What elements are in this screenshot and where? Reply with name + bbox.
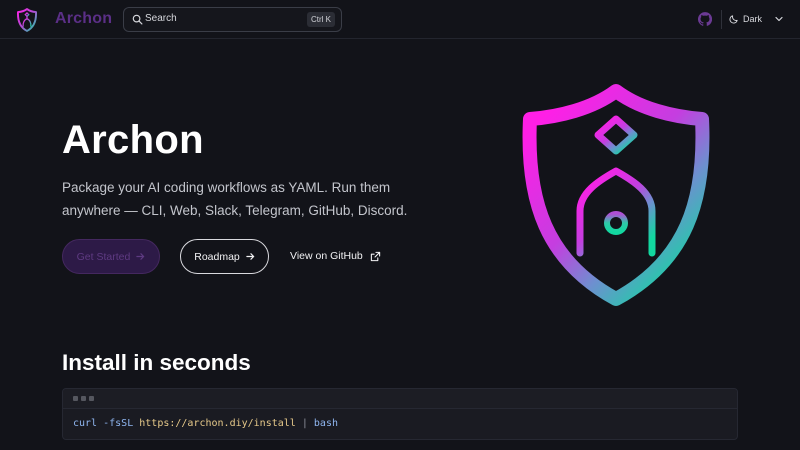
code-window-chrome [63, 389, 737, 409]
window-dot [89, 396, 94, 401]
chevron-down-icon [775, 16, 783, 22]
page: Archon Search Ctrl K Dark Archon Package… [0, 0, 800, 450]
archon-shield-logo [522, 84, 710, 306]
view-on-github-link[interactable]: View on GitHub [290, 248, 381, 264]
brand-name[interactable]: Archon [55, 10, 112, 28]
search-icon [132, 14, 143, 25]
roadmap-button[interactable]: Roadmap [180, 239, 269, 274]
window-dot [81, 396, 86, 401]
install-code-block[interactable]: curl -fsSL https://archon.diy/install | … [62, 388, 738, 440]
code-pipe: | [301, 418, 308, 429]
get-started-button[interactable]: Get Started [62, 239, 160, 274]
code-url: https://archon.diy/install [139, 418, 296, 429]
external-link-icon [370, 251, 380, 261]
theme-label: Dark [743, 14, 763, 24]
roadmap-label: Roadmap [194, 250, 240, 263]
github-icon[interactable] [698, 12, 712, 26]
moon-icon [729, 15, 738, 24]
hero-description: Package your AI coding workflows as YAML… [62, 180, 408, 218]
code-flag: -fsSL [103, 418, 134, 429]
get-started-label: Get Started [76, 250, 131, 263]
search-shortcut-badge: Ctrl K [307, 12, 335, 27]
theme-switcher[interactable]: Dark [729, 11, 783, 27]
hero-title: Archon [62, 118, 204, 162]
window-dot [73, 396, 78, 401]
code-command: curl [73, 418, 98, 429]
code-shell: bash [313, 418, 338, 429]
search-placeholder: Search [145, 13, 177, 24]
arrow-right-icon [246, 253, 255, 260]
nav-divider [721, 10, 722, 29]
archon-logo-icon[interactable] [16, 8, 38, 32]
install-command: curl -fsSL https://archon.diy/install | … [73, 418, 338, 429]
install-section-title: Install in seconds [62, 350, 251, 375]
arrow-right-icon [136, 253, 145, 260]
top-navbar: Archon Search Ctrl K Dark [0, 0, 800, 39]
search-input[interactable]: Search Ctrl K [123, 7, 342, 32]
view-on-github-label: View on GitHub [290, 250, 363, 262]
